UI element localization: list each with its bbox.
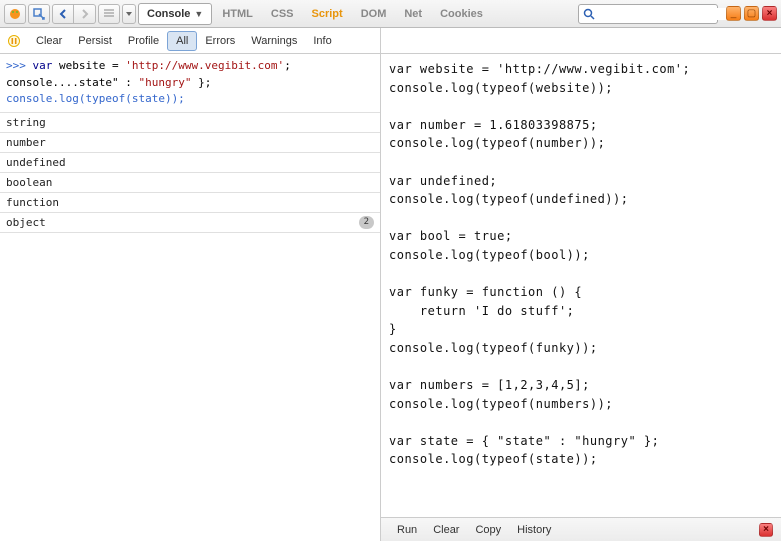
nav-group	[52, 4, 96, 24]
run-button[interactable]: Run	[389, 524, 425, 536]
dropdown-arrow-icon: ▼	[194, 9, 203, 19]
copy-button[interactable]: Copy	[467, 524, 509, 536]
search-input[interactable]	[599, 8, 741, 20]
tab-net[interactable]: Net	[396, 3, 430, 25]
main-split: >>> var website = 'http://www.vegibit.co…	[0, 54, 781, 541]
history-button[interactable]: History	[509, 524, 559, 536]
window-buttons: _ ▢ ×	[726, 6, 777, 21]
panel-menu-icon[interactable]	[122, 4, 136, 24]
tab-console-label: Console	[147, 8, 190, 20]
log-row: undefined	[0, 153, 380, 173]
persist-button[interactable]: Persist	[70, 31, 120, 51]
filter-info-button[interactable]: Info	[305, 31, 339, 51]
search-icon	[583, 8, 595, 20]
filter-all-button[interactable]: All	[167, 31, 197, 51]
clear-button[interactable]: Clear	[28, 31, 70, 51]
log-row: function	[0, 193, 380, 213]
console-input[interactable]: >>> var website = 'http://www.vegibit.co…	[0, 54, 380, 113]
log-row: boolean	[0, 173, 380, 193]
search-box[interactable]	[578, 4, 718, 24]
tab-css[interactable]: CSS	[263, 3, 302, 25]
filter-errors-button[interactable]: Errors	[197, 31, 243, 51]
count-badge: 2	[359, 216, 374, 229]
sub-toolbar-left: Clear Persist Profile All Errors Warning…	[0, 28, 381, 53]
log-row: object2	[0, 213, 380, 233]
log-row: string	[0, 113, 380, 133]
break-icon[interactable]	[4, 31, 24, 51]
popout-button[interactable]: ▢	[744, 6, 759, 21]
forward-button[interactable]	[74, 4, 96, 24]
tab-html[interactable]: HTML	[214, 3, 261, 25]
filter-warnings-button[interactable]: Warnings	[243, 31, 305, 51]
firebug-icon[interactable]	[4, 4, 26, 24]
back-button[interactable]	[52, 4, 74, 24]
console-pane: >>> var website = 'http://www.vegibit.co…	[0, 54, 381, 541]
log-row: number	[0, 133, 380, 153]
editor-pane: var website = 'http://www.vegibit.com'; …	[381, 54, 781, 541]
panel-list-icon[interactable]	[98, 4, 120, 24]
close-button[interactable]: ×	[762, 6, 777, 21]
prompt: >>>	[6, 59, 26, 72]
minimize-button[interactable]: _	[726, 6, 741, 21]
close-editor-button[interactable]: ×	[759, 523, 773, 537]
top-toolbar: Console ▼ HTML CSS Script DOM Net Cookies…	[0, 0, 781, 28]
tab-console[interactable]: Console ▼	[138, 3, 212, 25]
editor-footer: Run Clear Copy History ×	[381, 517, 781, 541]
profile-button[interactable]: Profile	[120, 31, 167, 51]
inspect-icon[interactable]	[28, 4, 50, 24]
sub-toolbar: Clear Persist Profile All Errors Warning…	[0, 28, 781, 54]
code-editor[interactable]: var website = 'http://www.vegibit.com'; …	[381, 54, 781, 517]
tab-dom[interactable]: DOM	[353, 3, 395, 25]
tab-script[interactable]: Script	[304, 3, 351, 25]
tab-cookies[interactable]: Cookies	[432, 3, 491, 25]
clear-editor-button[interactable]: Clear	[425, 524, 467, 536]
